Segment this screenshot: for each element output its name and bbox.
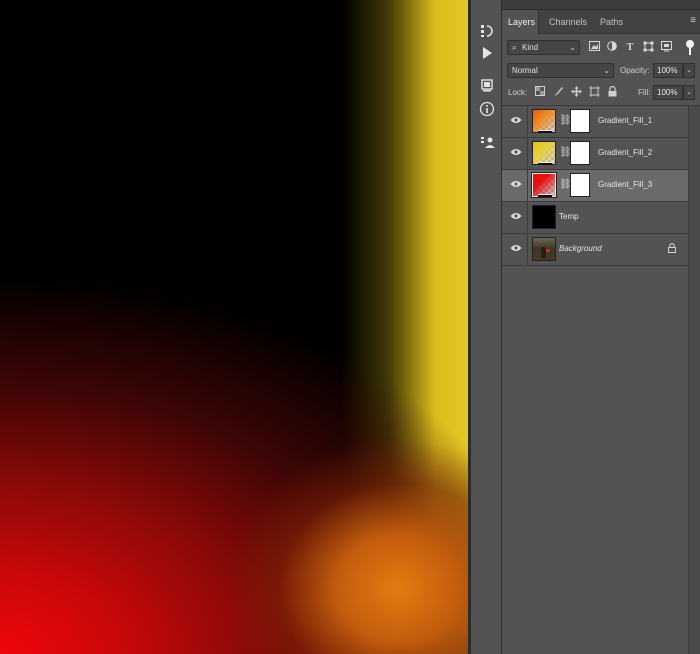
- filter-kind-select[interactable]: ⌕ Kind ⌄: [507, 40, 580, 55]
- eye-visibility-icon[interactable]: [510, 116, 522, 126]
- chevron-down-icon: ⌄: [603, 66, 610, 75]
- layer-mask-thumbnail[interactable]: [570, 173, 590, 197]
- gradient-preview: [533, 174, 555, 196]
- opacity-dropdown-button[interactable]: ⌄: [683, 63, 695, 78]
- document-canvas[interactable]: [0, 0, 468, 654]
- lock-transparent-pixels-icon[interactable]: [533, 86, 547, 100]
- layer-mask-thumbnail[interactable]: [570, 141, 590, 165]
- layer-name[interactable]: Gradient_Fill_2: [598, 148, 652, 157]
- lock-image-pixels-icon[interactable]: [551, 86, 565, 100]
- play-actions-icon[interactable]: [476, 42, 498, 64]
- eye-visibility-icon[interactable]: [510, 148, 522, 158]
- type-layer-filter-icon[interactable]: T: [623, 41, 637, 55]
- filter-row: ⌕ Kind ⌄ T: [502, 39, 700, 57]
- filter-kind-value: Kind: [522, 43, 539, 52]
- blend-mode-value: Normal: [512, 66, 538, 75]
- gradient-preview: [533, 142, 555, 164]
- properties-icon[interactable]: [476, 131, 498, 153]
- layer-thumbnail: [532, 141, 556, 165]
- lock-all-icon[interactable]: [605, 85, 619, 100]
- chevron-down-icon: ⌄: [569, 43, 576, 52]
- pixel-layer-filter-icon[interactable]: [587, 41, 601, 55]
- opacity-label: Opacity:: [620, 66, 650, 75]
- panel-menu-icon[interactable]: ≡: [690, 15, 696, 26]
- orange-gradient-area: [0, 0, 468, 654]
- adjustment-layer-filter-icon[interactable]: [605, 41, 619, 55]
- lock-position-icon[interactable]: [569, 86, 583, 100]
- fill-dropdown-button[interactable]: ⌄: [683, 85, 695, 100]
- history-icon[interactable]: [476, 20, 498, 42]
- shape-layer-filter-icon[interactable]: [641, 41, 655, 55]
- lock-row: Lock: Fill: 100% ⌄: [502, 84, 700, 102]
- layer-row-gradient-fill-3[interactable]: ⛓ Gradient_Fill_3: [502, 170, 688, 202]
- blend-mode-select[interactable]: Normal ⌄: [507, 63, 614, 78]
- layer-thumbnail: [531, 172, 557, 198]
- toggle-track: [689, 48, 691, 55]
- layers-scrollbar[interactable]: [688, 106, 700, 654]
- layer-row-temp[interactable]: Temp: [502, 202, 688, 234]
- layer-mask-thumbnail[interactable]: [570, 109, 590, 133]
- layer-row-background[interactable]: Background: [502, 234, 688, 266]
- tab-channels[interactable]: Channels: [543, 10, 593, 34]
- layer-name[interactable]: Gradient_Fill_1: [598, 116, 652, 125]
- opacity-field[interactable]: 100%: [653, 63, 683, 78]
- gradient-fill-indicator: [538, 130, 552, 133]
- eye-visibility-icon[interactable]: [510, 244, 522, 254]
- fill-label: Fill:: [638, 88, 651, 97]
- layer-name[interactable]: Background: [559, 244, 602, 253]
- photo-detail: [546, 249, 550, 252]
- tab-layers[interactable]: Layers: [502, 10, 539, 35]
- lock-label: Lock:: [508, 88, 528, 97]
- lock-artboard-icon[interactable]: [587, 86, 601, 100]
- layer-row-gradient-fill-2[interactable]: ⛓ Gradient_Fill_2: [502, 138, 688, 170]
- layer-name[interactable]: Gradient_Fill_3: [598, 180, 652, 189]
- eye-visibility-icon[interactable]: [510, 212, 522, 222]
- layer-name[interactable]: Temp: [559, 212, 579, 221]
- smart-object-filter-icon[interactable]: [659, 41, 673, 55]
- gradient-preview: [533, 110, 555, 132]
- layer-thumbnail: [532, 237, 556, 261]
- gradient-fill-indicator: [538, 162, 552, 165]
- search-icon: ⌕: [512, 43, 517, 52]
- panel-tab-bar: Layers Channels Paths ≡: [502, 10, 700, 35]
- filter-toggle-switch[interactable]: [686, 40, 695, 56]
- tab-paths[interactable]: Paths: [594, 10, 629, 34]
- layer-thumbnail: [532, 205, 556, 229]
- 3d-icon[interactable]: [476, 74, 498, 96]
- layers-panel: Layers Channels Paths ≡ ⌕ Kind ⌄ T Norma…: [502, 10, 700, 654]
- layer-row-gradient-fill-1[interactable]: ⛓ Gradient_Fill_1: [502, 106, 688, 138]
- toggle-knob: [686, 40, 694, 48]
- gradient-fill-indicator: [538, 194, 552, 197]
- blend-row: Normal ⌄ Opacity: 100% ⌄: [502, 62, 700, 80]
- layer-thumbnail: [532, 109, 556, 133]
- eye-visibility-icon[interactable]: [510, 180, 522, 190]
- dock-top-bar: [471, 0, 700, 10]
- fill-field[interactable]: 100%: [653, 85, 683, 100]
- lock-icon[interactable]: [668, 243, 676, 255]
- info-icon[interactable]: [476, 98, 498, 120]
